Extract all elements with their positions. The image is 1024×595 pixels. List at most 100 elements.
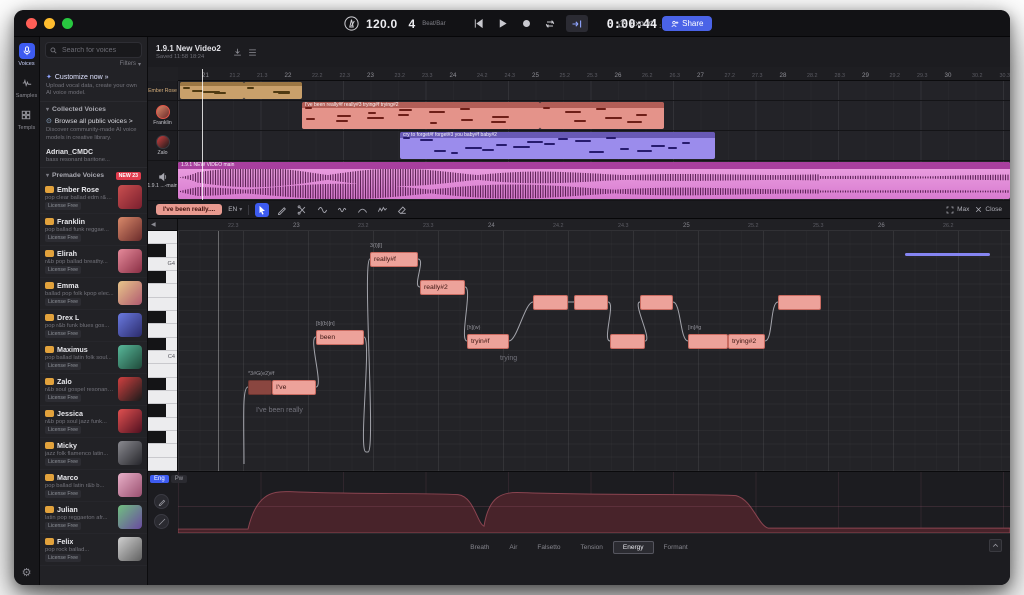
voice-list-item[interactable]: Drex L pop r&b funk blues gos... License…: [40, 310, 147, 342]
param-mode-pw[interactable]: Pw: [171, 475, 187, 483]
piano-key[interactable]: [148, 378, 177, 391]
track-lane[interactable]: I've been really#f really#3 trying#f try…: [178, 101, 1010, 131]
clip[interactable]: [540, 102, 664, 129]
skip-start-button[interactable]: [470, 15, 487, 32]
filters-button[interactable]: Filters▾: [40, 60, 147, 70]
collected-voices-header[interactable]: ▾Collected Voices: [40, 102, 147, 115]
piano-key[interactable]: [148, 324, 177, 337]
param-mode-eng[interactable]: Eng: [150, 475, 169, 483]
piano-note[interactable]: been: [316, 330, 364, 345]
vibrato-tool-button[interactable]: [335, 203, 349, 217]
piano-key[interactable]: [148, 244, 177, 257]
pen-tool-button[interactable]: [275, 203, 289, 217]
voice-list-item[interactable]: Felix pop rock ballad... License Free: [40, 534, 147, 566]
voice-list-item[interactable]: Elirah r&b pop ballad breathy... License…: [40, 246, 147, 278]
collapse-keys-button[interactable]: ◀: [148, 219, 177, 231]
param-tab-tension[interactable]: Tension: [571, 541, 613, 554]
tab-voices[interactable]: Voices: [18, 43, 34, 67]
play-button[interactable]: [494, 15, 511, 32]
piano-key[interactable]: [148, 338, 177, 351]
beat-display[interactable]: 4: [409, 17, 416, 31]
neighbor-clip-note[interactable]: [905, 253, 990, 256]
piano-note[interactable]: tryin#f: [467, 334, 509, 349]
piano-note[interactable]: [574, 295, 608, 310]
track-lane[interactable]: [178, 81, 1010, 101]
export-button[interactable]: Export: [618, 19, 653, 28]
piano-key[interactable]: [148, 298, 177, 311]
voice-list-item[interactable]: Maximus pop ballad latin folk soul... Li…: [40, 342, 147, 374]
tempo-display[interactable]: 120.0: [366, 17, 398, 31]
track-header[interactable]: Zalo: [148, 131, 178, 161]
piano-key[interactable]: [148, 231, 177, 244]
piano-note[interactable]: [248, 380, 272, 395]
piano-note[interactable]: really#f: [370, 252, 418, 267]
param-line-tool-button[interactable]: [154, 514, 169, 529]
piano-key[interactable]: C4: [148, 351, 177, 364]
search-input[interactable]: [60, 46, 137, 55]
close-editor-button[interactable]: Close: [975, 206, 1002, 213]
piano-key[interactable]: [148, 418, 177, 431]
piano-note[interactable]: [640, 295, 673, 310]
zoom-button[interactable]: [62, 18, 73, 29]
voice-list-item[interactable]: Julian latin pop reggaeton afr... Licens…: [40, 502, 147, 534]
piano-key[interactable]: [148, 431, 177, 444]
voice-list-item[interactable]: Emma ballad pop folk kpop elec... Licens…: [40, 278, 147, 310]
record-button[interactable]: [518, 15, 535, 32]
piano-key[interactable]: [148, 458, 177, 471]
param-draw-tool-button[interactable]: [154, 494, 169, 509]
tracklist-icon[interactable]: [248, 48, 257, 57]
clip[interactable]: 1.9.1 NEW VIDEO main: [178, 162, 1010, 199]
voice-list-item[interactable]: Jessica r&b pop soul jazz funk... Licens…: [40, 406, 147, 438]
clip[interactable]: [244, 82, 302, 99]
close-button[interactable]: [26, 18, 37, 29]
loop-button[interactable]: [542, 15, 559, 32]
piano-key[interactable]: [148, 404, 177, 417]
editing-clip-chip[interactable]: I've been really....: [156, 204, 222, 215]
arrange-ruler[interactable]: 2121.221.32222.222.32323.223.32424.224.3…: [178, 67, 1010, 81]
editor-ruler[interactable]: 22.32323.223.32424.224.32525.225.32626.2: [178, 219, 1010, 231]
piano-note[interactable]: [778, 295, 821, 310]
param-tab-breath[interactable]: Breath: [460, 541, 499, 554]
tab-templates[interactable]: Templs: [18, 107, 35, 131]
jitter-tool-button[interactable]: [375, 203, 389, 217]
language-selector[interactable]: EN▾: [228, 206, 242, 213]
piano-note[interactable]: [688, 334, 728, 349]
clip[interactable]: [180, 82, 244, 99]
piano-note[interactable]: really#2: [420, 280, 465, 295]
track-header[interactable]: 1.9.1 ...-main: [148, 161, 178, 201]
customize-card[interactable]: ✦Customize now » Upload vocal data, crea…: [40, 70, 147, 102]
import-icon[interactable]: [233, 48, 242, 57]
settings-button[interactable]: ⚙: [22, 568, 32, 579]
piano-key[interactable]: [148, 364, 177, 377]
piano-key[interactable]: [148, 311, 177, 324]
param-canvas[interactable]: [178, 472, 1010, 534]
voice-list-item[interactable]: Franklin pop ballad funk reggae... Licen…: [40, 214, 147, 246]
eraser-tool-button[interactable]: [395, 203, 409, 217]
collected-voice-item[interactable]: Adrian_CMDC bass resonant baritone...: [40, 146, 147, 168]
clip[interactable]: cry to forget#f forget#3 you baby#f baby…: [400, 132, 715, 159]
maximize-editor-button[interactable]: Max: [946, 206, 969, 214]
browse-card[interactable]: ⊙Browse all public voices > Discover com…: [40, 115, 147, 145]
piano-key[interactable]: [148, 444, 177, 457]
track-header[interactable]: Franklin: [148, 101, 178, 131]
piano-key[interactable]: [148, 391, 177, 404]
track-header[interactable]: Ember Rose: [148, 81, 178, 101]
track-lane[interactable]: cry to forget#f forget#3 you baby#f baby…: [178, 131, 1010, 161]
piano-key[interactable]: [148, 271, 177, 284]
scissors-tool-button[interactable]: [295, 203, 309, 217]
sine-tool-button[interactable]: [315, 203, 329, 217]
track-lane[interactable]: 1.9.1 NEW VIDEO main: [178, 161, 1010, 201]
pointer-tool-button[interactable]: [255, 203, 269, 217]
param-tab-air[interactable]: Air: [499, 541, 527, 554]
clip[interactable]: I've been really#f really#3 trying#f try…: [302, 102, 540, 129]
search-bar[interactable]: [45, 42, 142, 58]
share-button[interactable]: Share: [662, 16, 712, 31]
voice-list-item[interactable]: Zalo r&b soul gospel resonanc... License…: [40, 374, 147, 406]
piano-key[interactable]: [148, 284, 177, 297]
piano-note[interactable]: I've: [272, 380, 316, 395]
collapse-panel-button[interactable]: [989, 539, 1002, 552]
metronome-icon[interactable]: [344, 16, 359, 31]
minimize-button[interactable]: [44, 18, 55, 29]
follow-playhead-button[interactable]: [566, 15, 588, 32]
premade-voices-header[interactable]: ▾Premade Voices NEW 23: [40, 168, 147, 182]
